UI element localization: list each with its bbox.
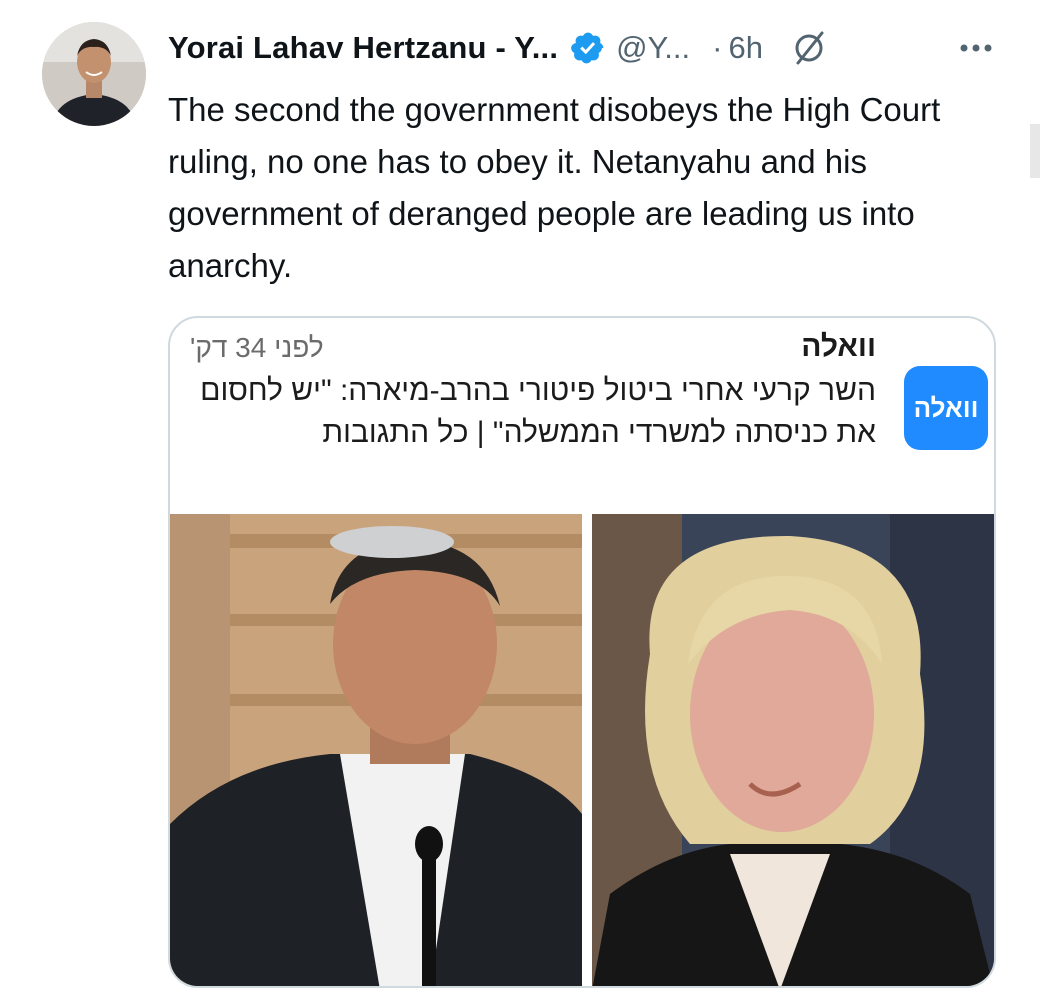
source-logo: וואלה	[904, 366, 988, 450]
author-avatar[interactable]	[42, 22, 146, 126]
scroll-indicator	[1030, 124, 1040, 178]
avatar-photo	[42, 22, 146, 126]
verified-badge-icon	[570, 30, 606, 66]
source-logo-text: וואלה	[913, 392, 979, 423]
separator-dot: ·	[712, 30, 723, 65]
left-photo	[170, 514, 582, 986]
card-source-name: וואלה	[801, 330, 876, 363]
card-time-ago: לפני 34 דק'	[190, 332, 324, 363]
tweet-text: The second the government disobeys the H…	[168, 91, 941, 284]
link-preview-card[interactable]: וואלה לפני 34 דק' השר קרעי אחרי ביטול פי…	[168, 316, 996, 988]
right-photo	[592, 514, 994, 986]
more-options-icon[interactable]	[956, 28, 996, 68]
author-name[interactable]: Yorai Lahav Hertzanu - Y...	[168, 30, 558, 66]
author-handle[interactable]: @Y...	[616, 30, 690, 66]
card-image[interactable]	[170, 514, 994, 988]
tweet-timestamp[interactable]: 6h	[728, 30, 762, 66]
tweet-header: Yorai Lahav Hertzanu - Y... @Y... · 6h	[168, 26, 829, 70]
grok-icon[interactable]	[789, 28, 829, 68]
card-header: וואלה לפני 34 דק' השר קרעי אחרי ביטול פי…	[170, 318, 994, 514]
card-headline[interactable]: השר קרעי אחרי ביטול פיטורי בהרב-מיארה: "…	[176, 370, 876, 454]
